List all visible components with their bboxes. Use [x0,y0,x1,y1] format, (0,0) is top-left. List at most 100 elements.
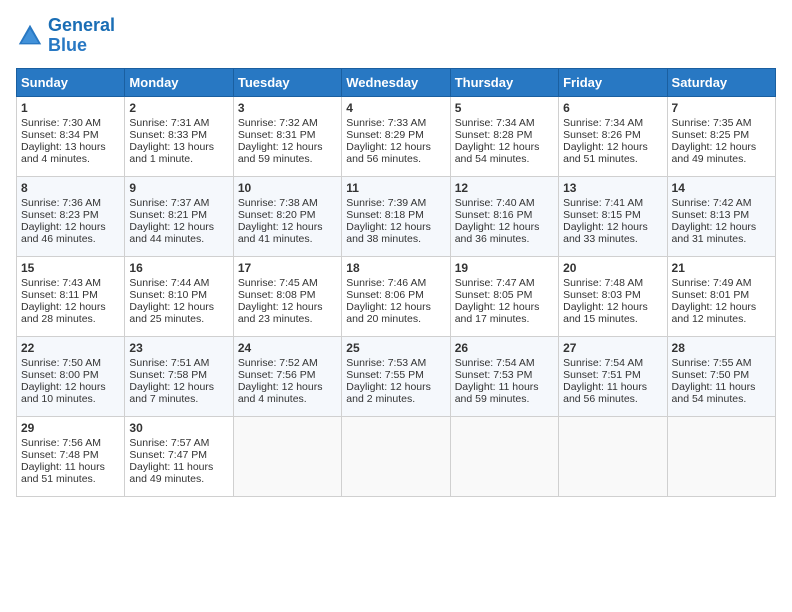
sunset-text: Sunset: 8:34 PM [21,129,99,141]
calendar-day-11: 11Sunrise: 7:39 AMSunset: 8:18 PMDayligh… [342,176,450,256]
sunset-text: Sunset: 8:25 PM [672,129,750,141]
sunrise-text: Sunrise: 7:43 AM [21,277,101,289]
day-number: 17 [238,261,337,275]
calendar-day-9: 9Sunrise: 7:37 AMSunset: 8:21 PMDaylight… [125,176,233,256]
calendar-day-22: 22Sunrise: 7:50 AMSunset: 8:00 PMDayligh… [17,336,125,416]
sunrise-text: Sunrise: 7:45 AM [238,277,318,289]
sunset-text: Sunset: 8:03 PM [563,289,641,301]
calendar-week-5: 29 Sunrise: 7:56 AMSunset: 7:48 PM Dayligh… [17,416,776,496]
daylight-text: Daylight: 11 hours and 49 minutes. [129,461,213,485]
sunset-text: Sunset: 8:10 PM [129,289,207,301]
calendar-day-14: 14Sunrise: 7:42 AMSunset: 8:13 PMDayligh… [667,176,775,256]
sunset-text: Sunset: 7:53 PM [455,369,533,381]
daylight-text: Daylight: 12 hours and 25 minutes. [129,301,214,325]
calendar-day-20: 20Sunrise: 7:48 AMSunset: 8:03 PMDayligh… [559,256,667,336]
calendar-day-5: 5Sunrise: 7:34 AMSunset: 8:28 PMDaylight… [450,96,558,176]
sunrise-text: Sunrise: 7:54 AM [563,357,643,369]
calendar-day-25: 25Sunrise: 7:53 AMSunset: 7:55 PMDayligh… [342,336,450,416]
sunset-text: Sunset: 8:26 PM [563,129,641,141]
day-number: 1 [21,101,120,115]
calendar-day-15: 15 Sunrise: 7:43 AMSunset: 8:11 PMDayligh… [17,256,125,336]
daylight-text: Daylight: 12 hours and 38 minutes. [346,221,431,245]
daylight-text: Daylight: 12 hours and 28 minutes. [21,301,106,325]
daylight-text: Daylight: 12 hours and 49 minutes. [672,141,757,165]
sunrise-text: Sunrise: 7:54 AM [455,357,535,369]
sunset-text: Sunset: 8:05 PM [455,289,533,301]
day-number: 13 [563,181,662,195]
day-number: 30 [129,421,228,435]
logo: General Blue [16,16,115,56]
col-thursday: Thursday [450,68,558,96]
empty-cell [342,416,450,496]
sunrise-text: Sunrise: 7:47 AM [455,277,535,289]
daylight-text: Daylight: 12 hours and 15 minutes. [563,301,648,325]
day-number: 21 [672,261,771,275]
sunrise-text: Sunrise: 7:35 AM [672,117,752,129]
calendar-day-7: 7Sunrise: 7:35 AMSunset: 8:25 PMDaylight… [667,96,775,176]
col-friday: Friday [559,68,667,96]
day-number: 5 [455,101,554,115]
calendar-day-16: 16Sunrise: 7:44 AMSunset: 8:10 PMDayligh… [125,256,233,336]
daylight-text: Daylight: 12 hours and 12 minutes. [672,301,757,325]
calendar-week-3: 15Sunrise: 7:43 AMSunset: 8:11 PMDayligh… [17,256,776,336]
day-number: 15 [21,261,120,275]
sunset-text: Sunset: 8:01 PM [672,289,750,301]
sunset-text: Sunset: 8:21 PM [129,209,207,221]
calendar-day-19: 19Sunrise: 7:47 AMSunset: 8:05 PMDayligh… [450,256,558,336]
daylight-text: Daylight: 12 hours and 36 minutes. [455,221,540,245]
daylight-text: Daylight: 11 hours and 59 minutes. [455,381,539,405]
calendar-day-26: 26Sunrise: 7:54 AMSunset: 7:53 PMDayligh… [450,336,558,416]
day-number: 10 [238,181,337,195]
sunset-text: Sunset: 7:50 PM [672,369,750,381]
day-number: 3 [238,101,337,115]
sunset-text: Sunset: 8:06 PM [346,289,424,301]
sunset-text: Sunset: 8:00 PM [21,369,99,381]
col-wednesday: Wednesday [342,68,450,96]
calendar-day-24: 24Sunrise: 7:52 AMSunset: 7:56 PMDayligh… [233,336,341,416]
page-header: General Blue [16,16,776,56]
sunset-text: Sunset: 7:48 PM [21,449,99,461]
sunset-text: Sunset: 8:08 PM [238,289,316,301]
daylight-text: Daylight: 11 hours and 56 minutes. [563,381,647,405]
day-number: 2 [129,101,228,115]
sunrise-text: Sunrise: 7:34 AM [455,117,535,129]
calendar-day-23: 23Sunrise: 7:51 AMSunset: 7:58 PMDayligh… [125,336,233,416]
sunset-text: Sunset: 7:51 PM [563,369,641,381]
sunrise-text: Sunrise: 7:56 AM [21,437,101,449]
daylight-text: Daylight: 12 hours and 54 minutes. [455,141,540,165]
day-number: 4 [346,101,445,115]
calendar-table: Sunday Monday Tuesday Wednesday Thursday… [16,68,776,497]
sunrise-text: Sunrise: 7:30 AM [21,117,101,129]
day-number: 29 [21,421,120,435]
calendar-week-1: 1 Sunrise: 7:30 AMSunset: 8:34 PM Daylight… [17,96,776,176]
header-row: Sunday Monday Tuesday Wednesday Thursday… [17,68,776,96]
calendar-week-4: 22Sunrise: 7:50 AMSunset: 8:00 PMDayligh… [17,336,776,416]
sunset-text: Sunset: 8:18 PM [346,209,424,221]
sunrise-text: Sunrise: 7:31 AM [129,117,209,129]
day-number: 14 [672,181,771,195]
day-number: 24 [238,341,337,355]
daylight-text: Daylight: 12 hours and 7 minutes. [129,381,214,405]
daylight-text: Daylight: 12 hours and 56 minutes. [346,141,431,165]
sunrise-text: Sunrise: 7:55 AM [672,357,752,369]
daylight-text: Daylight: 12 hours and 23 minutes. [238,301,323,325]
sunset-text: Sunset: 8:11 PM [21,289,98,301]
day-number: 6 [563,101,662,115]
sunrise-text: Sunrise: 7:53 AM [346,357,426,369]
col-tuesday: Tuesday [233,68,341,96]
sunrise-text: Sunrise: 7:49 AM [672,277,752,289]
daylight-text: Daylight: 12 hours and 4 minutes. [238,381,323,405]
daylight-text: Daylight: 12 hours and 33 minutes. [563,221,648,245]
calendar-day-28: 28Sunrise: 7:55 AMSunset: 7:50 PMDayligh… [667,336,775,416]
sunset-text: Sunset: 8:33 PM [129,129,207,141]
day-number: 19 [455,261,554,275]
sunrise-text: Sunrise: 7:40 AM [455,197,535,209]
sunrise-text: Sunrise: 7:48 AM [563,277,643,289]
calendar-day-2: 2Sunrise: 7:31 AMSunset: 8:33 PMDaylight… [125,96,233,176]
calendar-day-21: 21 Sunrise: 7:49 AMSunset: 8:01 PMDayligh… [667,256,775,336]
sunset-text: Sunset: 8:29 PM [346,129,424,141]
empty-cell [450,416,558,496]
calendar-day-12: 12Sunrise: 7:40 AMSunset: 8:16 PMDayligh… [450,176,558,256]
calendar-day-29: 29Sunrise: 7:56 AMSunset: 7:48 PMDayligh… [17,416,125,496]
day-number: 16 [129,261,228,275]
